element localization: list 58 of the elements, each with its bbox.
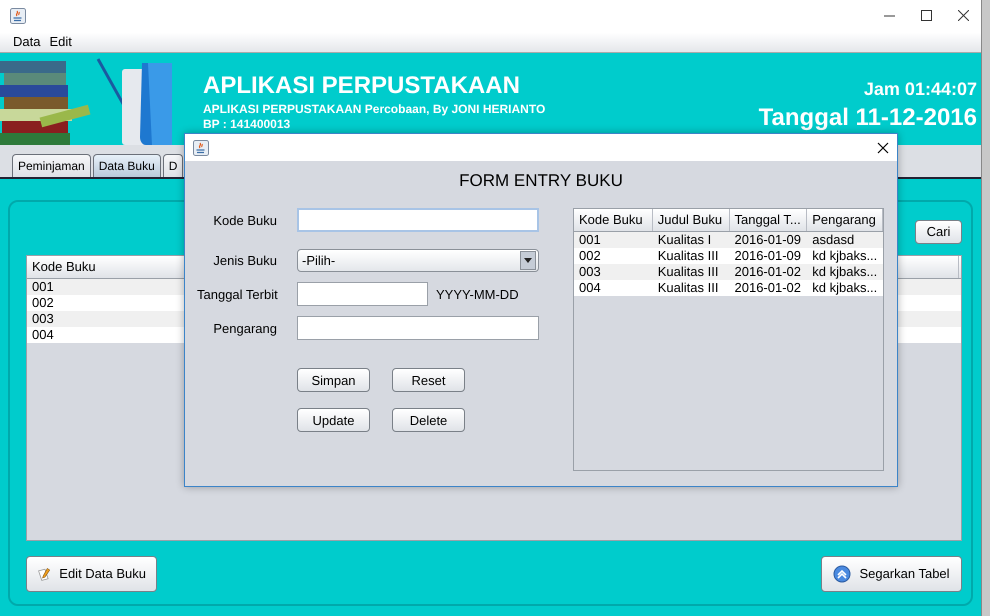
menu-item[interactable]: Edit (48, 34, 73, 50)
table-cell-text: Kualitas III (656, 280, 720, 296)
table-cell-text: 003 (31, 310, 55, 327)
student-id: BP : 141400013 (203, 116, 292, 131)
table-cell-text: kd kjbaks... (811, 280, 878, 296)
menu-item[interactable]: Data (12, 34, 42, 50)
table-cell-text: asdasd (811, 232, 856, 248)
field-label: Tanggal Terbit (197, 286, 277, 302)
input-field[interactable] (297, 208, 539, 232)
tab[interactable]: Peminjaman (12, 154, 91, 177)
form-button[interactable]: Update (297, 408, 370, 432)
form-button[interactable]: Reset (392, 368, 465, 392)
table-cell-text: kd kjbaks... (811, 264, 878, 280)
column-header[interactable]: Kode Buku (574, 209, 653, 231)
action-button[interactable]: Edit Data Buku (26, 556, 157, 592)
input-field[interactable] (297, 282, 428, 306)
app-title: APLIKASI PERPUSTAKAAN (203, 72, 521, 99)
date-text: Tanggal 11-12-2016 (758, 104, 977, 132)
table-cell-text: 001 (578, 232, 602, 248)
table-cell-text: 2016-01-09 (734, 248, 802, 264)
clock-text: Jam 01:44:07 (864, 78, 977, 100)
close-icon[interactable] (877, 142, 889, 154)
table-cell-text: Kualitas III (656, 264, 720, 280)
tab[interactable]: Data Buku (92, 154, 161, 177)
input-field[interactable] (297, 316, 539, 340)
column-header[interactable]: Judul Buku (652, 209, 730, 231)
field-label: Jenis Buku (212, 252, 277, 268)
action-button[interactable]: Segarkan Tabel (821, 556, 962, 592)
table-cell-text: 2016-01-09 (734, 232, 802, 248)
chevrons-up-icon (833, 564, 852, 583)
form-title: FORM ENTRY BUKU (458, 171, 624, 192)
app-icon (10, 8, 26, 24)
field-label: Pengarang (212, 320, 277, 336)
app-subtitle: APLIKASI PERPUSTAKAAN Percobaan, By JONI HERIANTO (203, 102, 546, 116)
form-button[interactable]: Delete (392, 408, 465, 432)
column-header[interactable]: Tanggal T... (730, 209, 808, 231)
search-button[interactable]: Cari (915, 220, 962, 244)
table-cell-text: 002 (578, 248, 602, 264)
table-cell-text: 2016-01-02 (734, 264, 802, 280)
form-button[interactable]: Simpan (297, 368, 370, 392)
dropdown[interactable]: -Pilih- (297, 248, 539, 272)
app-icon (193, 140, 209, 156)
tab[interactable]: D (162, 154, 184, 177)
column-header[interactable]: Pengarang (807, 209, 883, 231)
table-cell-text: Kualitas III (656, 248, 720, 264)
table-cell-text: 001 (31, 278, 55, 295)
table-cell-text: 002 (31, 294, 55, 311)
maximize-icon[interactable] (921, 10, 932, 22)
close-icon[interactable] (958, 10, 969, 22)
table-cell-text: Kualitas I (656, 232, 712, 248)
format-hint: YYYY-MM-DD (436, 286, 519, 302)
field-label: Kode Buku (212, 212, 277, 228)
table-cell-text: 004 (31, 326, 55, 343)
caret-icon (524, 258, 532, 262)
table-cell-text: 004 (578, 280, 602, 296)
table-cell-text: 003 (578, 264, 602, 280)
table-cell-text: 2016-01-02 (734, 280, 802, 296)
table-cell-text: kd kjbaks... (811, 248, 878, 264)
